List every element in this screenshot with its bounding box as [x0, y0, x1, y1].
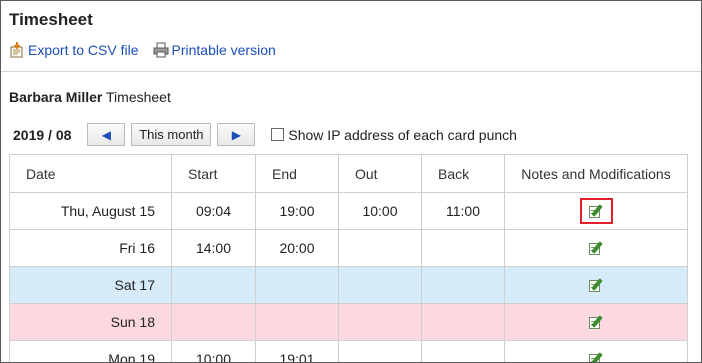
back-cell: [421, 303, 505, 341]
user-name: Barbara Miller: [9, 89, 103, 105]
back-cell: 11:00: [421, 192, 505, 230]
start-cell: 14:00: [171, 229, 256, 267]
current-period: 2019 / 08: [13, 126, 72, 143]
out-cell: [338, 229, 422, 267]
column-header-notes: Notes and Modifications: [504, 154, 688, 193]
column-header-start: Start: [171, 154, 256, 193]
export-csv-icon: [9, 42, 25, 58]
table-row: Sun 18: [9, 303, 688, 341]
table-row: Fri 16 14:00 20:00: [9, 229, 688, 267]
date-cell: Sun 18: [9, 303, 172, 341]
page-title: Timesheet: [9, 10, 93, 29]
start-cell: [171, 303, 256, 341]
table-row: Sat 17: [9, 266, 688, 304]
start-cell: 09:04: [171, 192, 256, 230]
action-bar: Export to CSV file Printable version: [9, 42, 290, 58]
start-cell: 10:00: [171, 340, 256, 362]
month-navigation: 2019 / 08 ◀ This month ▶ Show IP address…: [13, 123, 517, 146]
edit-notes-icon[interactable]: [588, 241, 604, 256]
out-cell: [338, 266, 422, 304]
table-row: Thu, August 15 09:04 19:00 10:00 11:00: [9, 192, 688, 230]
printable-version-label: Printable version: [171, 42, 276, 58]
timesheet-window: Timesheet Export to CSV file Printable v…: [0, 0, 702, 363]
notes-cell: [504, 192, 688, 230]
date-cell: Fri 16: [9, 229, 172, 267]
notes-cell: [504, 340, 688, 362]
column-header-end: End: [255, 154, 339, 193]
date-cell: Mon 19: [9, 340, 172, 362]
column-header-back: Back: [421, 154, 505, 193]
out-cell: [338, 340, 422, 362]
show-ip-label: Show IP address of each card punch: [288, 126, 517, 143]
export-csv-label: Export to CSV file: [28, 42, 139, 58]
notes-cell: [504, 266, 688, 304]
date-cell: Thu, August 15: [9, 192, 172, 230]
left-arrow-icon: ◀: [101, 127, 111, 142]
divider: [1, 71, 701, 72]
edit-notes-icon[interactable]: [588, 352, 604, 362]
edit-notes-icon[interactable]: [588, 315, 604, 330]
highlight-box: [579, 198, 613, 224]
out-cell: [338, 303, 422, 341]
back-cell: [421, 340, 505, 362]
edit-notes-icon[interactable]: [588, 203, 604, 219]
previous-month-button[interactable]: ◀: [87, 123, 126, 146]
printer-icon: [153, 42, 169, 58]
end-cell: [255, 303, 339, 341]
back-cell: [421, 266, 505, 304]
end-cell: 20:00: [255, 229, 339, 267]
export-csv-link[interactable]: Export to CSV file: [9, 42, 139, 58]
notes-cell: [504, 229, 688, 267]
column-header-date: Date: [9, 154, 172, 193]
timesheet-table: Date Start End Out Back Notes and Modifi…: [9, 154, 688, 362]
end-cell: 19:01: [255, 340, 339, 362]
out-cell: 10:00: [338, 192, 422, 230]
date-cell: Sat 17: [9, 266, 172, 304]
back-cell: [421, 229, 505, 267]
column-header-out: Out: [338, 154, 422, 193]
right-arrow-icon: ▶: [231, 127, 241, 142]
this-month-button[interactable]: This month: [131, 123, 212, 146]
table-row: Mon 19 10:00 19:01: [9, 340, 688, 362]
start-cell: [171, 266, 256, 304]
next-month-button[interactable]: ▶: [217, 123, 256, 146]
table-header-row: Date Start End Out Back Notes and Modifi…: [9, 154, 688, 193]
show-ip-checkbox[interactable]: [271, 128, 285, 141]
edit-notes-icon[interactable]: [588, 278, 604, 293]
timesheet-owner: Barbara Miller Timesheet: [9, 89, 171, 105]
printable-version-link[interactable]: Printable version: [153, 42, 276, 58]
owner-suffix: Timesheet: [102, 89, 171, 105]
end-cell: 19:00: [255, 192, 339, 230]
show-ip-option[interactable]: Show IP address of each card punch: [271, 127, 517, 143]
end-cell: [255, 266, 339, 304]
notes-cell: [504, 303, 688, 341]
